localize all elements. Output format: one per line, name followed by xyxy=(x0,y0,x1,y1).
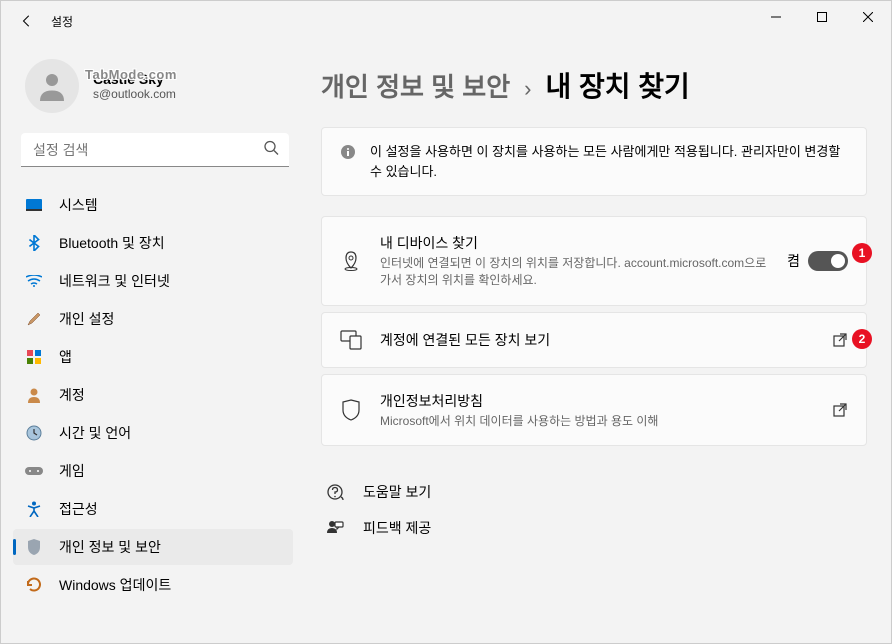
card-title: 계정에 연결된 모든 장치 보기 xyxy=(380,330,814,350)
annotation-badge-2: 2 xyxy=(852,329,872,349)
breadcrumb-parent[interactable]: 개인 정보 및 보안 xyxy=(321,67,510,104)
card-right xyxy=(832,332,848,348)
avatar xyxy=(25,59,79,113)
sidebar-item-account[interactable]: 계정 xyxy=(13,377,293,413)
close-button[interactable] xyxy=(845,1,891,33)
nav-label: 개인 설정 xyxy=(59,309,114,329)
nav-label: 시스템 xyxy=(59,195,98,215)
help-label: 피드백 제공 xyxy=(363,518,431,538)
nav-label: 계정 xyxy=(59,385,85,405)
sidebar-item-privacy[interactable]: 개인 정보 및 보안 xyxy=(13,529,293,565)
external-link-icon xyxy=(832,402,848,418)
sidebar-item-update[interactable]: Windows 업데이트 xyxy=(13,567,293,603)
feedback-icon xyxy=(325,518,345,538)
sidebar-item-bluetooth[interactable]: Bluetooth 및 장치 xyxy=(13,225,293,261)
find-device-card[interactable]: 내 디바이스 찾기 인터넷에 연결되면 이 장치의 위치를 저장합니다. acc… xyxy=(321,216,867,306)
card-right: 켬 xyxy=(787,251,848,271)
arrow-left-icon xyxy=(20,14,34,28)
system-icon xyxy=(25,196,43,214)
sidebar-item-personalize[interactable]: 개인 설정 xyxy=(13,301,293,337)
sidebar-item-network[interactable]: 네트워크 및 인터넷 xyxy=(13,263,293,299)
close-icon xyxy=(863,12,873,22)
nav-label: 접근성 xyxy=(59,499,98,519)
search-box xyxy=(21,133,289,167)
breadcrumb-current: 내 장치 찾기 xyxy=(545,65,689,105)
user-email: s@outlook.com xyxy=(93,87,289,101)
sidebar-item-accessibility[interactable]: 접근성 xyxy=(13,491,293,527)
sidebar-item-gaming[interactable]: 게임 xyxy=(13,453,293,489)
devices-icon xyxy=(340,329,362,351)
main-content: 개인 정보 및 보안 › 내 장치 찾기 이 설정을 사용하면 이 장치를 사용… xyxy=(301,41,891,643)
sidebar-item-time[interactable]: 시간 및 언어 xyxy=(13,415,293,451)
sidebar: TabMode.com Castle Sky s@outlook.com 시스템… xyxy=(1,41,301,643)
nav-list: 시스템 Bluetooth 및 장치 네트워크 및 인터넷 개인 설정 앱 계정 xyxy=(13,187,301,603)
privacy-policy-card[interactable]: 개인정보처리방침 Microsoft에서 위치 데이터를 사용하는 방법과 용도… xyxy=(321,374,867,447)
annotation-badge-1: 1 xyxy=(852,243,872,263)
help-section: 도움말 보기 피드백 제공 xyxy=(321,474,867,546)
minimize-icon xyxy=(771,12,781,22)
search-icon xyxy=(263,140,279,161)
gaming-icon xyxy=(25,462,43,480)
card-title: 개인정보처리방침 xyxy=(380,391,814,411)
titlebar: 설정 xyxy=(1,1,891,41)
find-device-toggle[interactable] xyxy=(808,251,848,271)
user-name: Castle Sky xyxy=(93,71,289,87)
help-label: 도움말 보기 xyxy=(363,482,431,502)
toggle-label: 켬 xyxy=(787,251,800,271)
account-icon xyxy=(25,386,43,404)
toggle-knob xyxy=(831,254,845,268)
get-help-link[interactable]: 도움말 보기 xyxy=(321,474,867,510)
maximize-button[interactable] xyxy=(799,1,845,33)
nav-label: 개인 정보 및 보안 xyxy=(59,537,161,557)
update-icon xyxy=(25,576,43,594)
bluetooth-icon xyxy=(25,234,43,252)
external-link-icon xyxy=(832,332,848,348)
card-right xyxy=(832,402,848,418)
shield-icon xyxy=(340,399,362,421)
nav-label: Bluetooth 및 장치 xyxy=(59,233,165,253)
back-button[interactable] xyxy=(15,9,39,33)
personalize-icon xyxy=(25,310,43,328)
time-icon xyxy=(25,424,43,442)
user-info: TabMode.com Castle Sky s@outlook.com xyxy=(93,71,289,101)
card-desc: Microsoft에서 위치 데이터를 사용하는 방법과 용도 이해 xyxy=(380,413,814,430)
info-banner: 이 설정을 사용하면 이 장치를 사용하는 모든 사람에게만 적용됩니다. 관리… xyxy=(321,127,867,196)
user-section[interactable]: TabMode.com Castle Sky s@outlook.com xyxy=(13,51,301,129)
all-devices-card[interactable]: 계정에 연결된 모든 장치 보기 2 xyxy=(321,312,867,368)
nav-label: 시간 및 언어 xyxy=(59,423,131,443)
card-body: 내 디바이스 찾기 인터넷에 연결되면 이 장치의 위치를 저장합니다. acc… xyxy=(380,233,769,289)
sidebar-item-system[interactable]: 시스템 xyxy=(13,187,293,223)
network-icon xyxy=(25,272,43,290)
window-title: 설정 xyxy=(51,13,73,30)
card-title: 내 디바이스 찾기 xyxy=(380,233,769,253)
minimize-button[interactable] xyxy=(753,1,799,33)
card-body: 개인정보처리방침 Microsoft에서 위치 데이터를 사용하는 방법과 용도… xyxy=(380,391,814,430)
location-icon xyxy=(340,250,362,272)
feedback-link[interactable]: 피드백 제공 xyxy=(321,510,867,546)
search-input[interactable] xyxy=(21,133,289,167)
privacy-icon xyxy=(25,538,43,556)
breadcrumb-separator: › xyxy=(524,76,531,102)
card-body: 계정에 연결된 모든 장치 보기 xyxy=(380,330,814,350)
sidebar-item-apps[interactable]: 앱 xyxy=(13,339,293,375)
nav-label: 네트워크 및 인터넷 xyxy=(59,271,170,291)
breadcrumb: 개인 정보 및 보안 › 내 장치 찾기 xyxy=(321,65,867,105)
window-controls xyxy=(753,1,891,33)
nav-label: 게임 xyxy=(59,461,85,481)
apps-icon xyxy=(25,348,43,366)
nav-label: 앱 xyxy=(59,347,72,367)
help-icon xyxy=(325,482,345,502)
person-icon xyxy=(34,68,70,104)
maximize-icon xyxy=(817,12,827,22)
info-icon xyxy=(340,144,356,160)
nav-label: Windows 업데이트 xyxy=(59,575,171,595)
accessibility-icon xyxy=(25,500,43,518)
info-text: 이 설정을 사용하면 이 장치를 사용하는 모든 사람에게만 적용됩니다. 관리… xyxy=(370,142,848,181)
card-desc: 인터넷에 연결되면 이 장치의 위치를 저장합니다. account.micro… xyxy=(380,255,769,289)
